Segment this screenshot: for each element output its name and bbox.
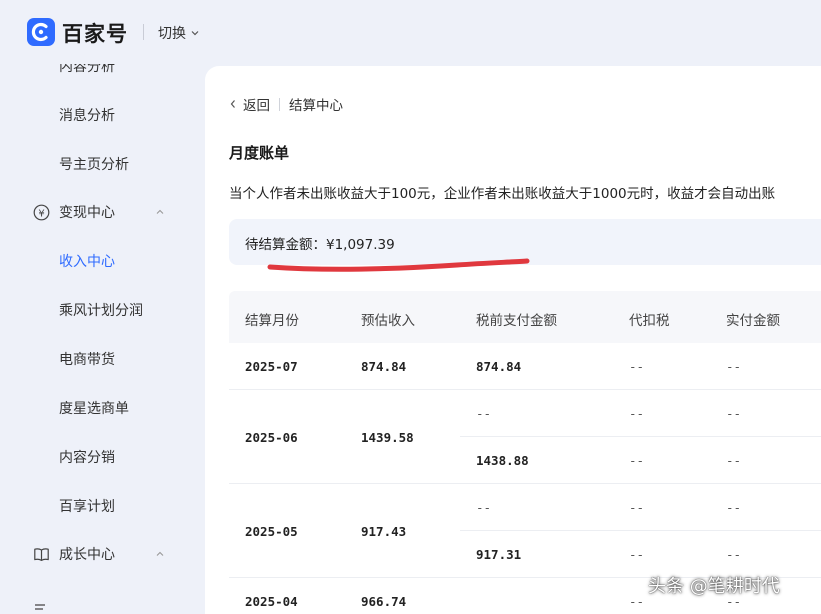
header-divider	[143, 24, 144, 40]
sidebar-item-baixiang-plan[interactable]: 百享计划	[59, 496, 115, 516]
cell-pretax: 917.31	[476, 547, 522, 562]
cell-month: 2025-07	[245, 359, 298, 374]
cell-paid: --	[726, 547, 742, 562]
cell-estimate: 874.84	[361, 359, 407, 374]
watermark: 头条 @笔耕时代	[648, 576, 780, 597]
breadcrumb-current: 结算中心	[289, 98, 343, 114]
sidebar-item-content-distribution[interactable]: 内容分销	[59, 447, 115, 467]
sub-row-divider	[460, 530, 821, 531]
cell-tax: --	[629, 500, 645, 515]
sidebar-item-ecommerce[interactable]: 电商带货	[59, 349, 115, 369]
book-icon	[34, 547, 49, 561]
back-button[interactable]: 返回	[229, 94, 270, 114]
svg-text:¥: ¥	[38, 208, 44, 219]
red-annotation-underline	[267, 258, 530, 272]
cell-paid: --	[726, 500, 742, 515]
column-header: 代扣税	[629, 313, 670, 329]
sidebar-group-label: 成长中心	[59, 547, 115, 563]
chevron-left-icon	[230, 100, 235, 108]
breadcrumb: 返回 结算中心	[229, 94, 343, 114]
back-label: 返回	[243, 98, 270, 114]
column-header: 实付金额	[726, 313, 780, 329]
row-divider	[229, 483, 821, 484]
cell-tax: --	[629, 359, 645, 374]
sidebar-item-chengfeng-plan[interactable]: 乘风计划分润	[59, 300, 143, 320]
switch-label: 切换	[158, 26, 186, 42]
sidebar-group-growth[interactable]: 成长中心	[33, 544, 115, 564]
cell-pretax: 874.84	[476, 359, 522, 374]
column-header: 预估收入	[361, 313, 415, 329]
cell-paid: --	[726, 359, 742, 374]
main-panel: 返回 结算中心 月度账单 当个人作者未出账收益大于100元，企业作者未出账收益大…	[205, 66, 821, 614]
baijiahao-logo-icon[interactable]	[27, 18, 55, 46]
sidebar-item-duxingxuan[interactable]: 度星选商单	[59, 398, 129, 418]
switch-account-dropdown[interactable]: 切换	[158, 23, 200, 43]
sidebar-item-content-analysis[interactable]: 内容分析	[59, 64, 115, 76]
table-header: 结算月份 预估收入 税前支付金额 代扣税 实付金额	[229, 291, 821, 343]
sidebar-group-monetization[interactable]: ¥ 变现中心	[33, 202, 115, 222]
cell-estimate: 917.43	[361, 524, 407, 539]
yen-circle-icon: ¥	[33, 204, 50, 220]
cell-month: 2025-06	[245, 430, 298, 445]
cell-estimate: 966.74	[361, 594, 407, 609]
cell-pretax: --	[476, 500, 492, 515]
page-title: 月度账单	[229, 144, 290, 162]
sidebar: 内容分析 消息分析 号主页分析 ¥ 变现中心 收入中心 乘风计划分润 电商带货 …	[0, 64, 205, 614]
sub-row-divider	[460, 436, 821, 437]
settlement-notice: 当个人作者未出账收益大于100元，企业作者未出账收益大于1000元时，收益才会自…	[229, 186, 776, 202]
column-header: 税前支付金额	[476, 313, 557, 329]
cell-paid: --	[726, 453, 742, 468]
sidebar-item-income-center[interactable]: 收入中心	[59, 251, 115, 271]
sidebar-item-homepage-analysis[interactable]: 号主页分析	[59, 154, 129, 174]
row-divider	[229, 389, 821, 390]
list-icon[interactable]	[34, 602, 50, 614]
cell-tax: --	[629, 453, 645, 468]
top-header: 百家号 切换	[0, 0, 821, 64]
cell-pretax: --	[476, 406, 492, 421]
cell-estimate: 1439.58	[361, 430, 414, 445]
sidebar-group-label: 变现中心	[59, 205, 115, 221]
chevron-up-icon[interactable]	[155, 207, 165, 217]
cell-pretax: 1438.88	[476, 453, 529, 468]
cell-month: 2025-04	[245, 594, 298, 609]
chevron-up-icon[interactable]	[155, 549, 165, 559]
chevron-down-icon	[191, 31, 199, 36]
logo-text[interactable]: 百家号	[62, 18, 128, 48]
breadcrumb-separator	[279, 97, 280, 111]
cell-paid: --	[726, 406, 742, 421]
cell-tax: --	[629, 406, 645, 421]
sidebar-item-message-analysis[interactable]: 消息分析	[59, 105, 115, 125]
cell-tax: --	[629, 547, 645, 562]
cell-month: 2025-05	[245, 524, 298, 539]
pending-amount: 待结算金额：¥1,097.39	[245, 237, 395, 253]
column-header: 结算月份	[245, 313, 299, 329]
cell-tax: --	[629, 594, 645, 609]
